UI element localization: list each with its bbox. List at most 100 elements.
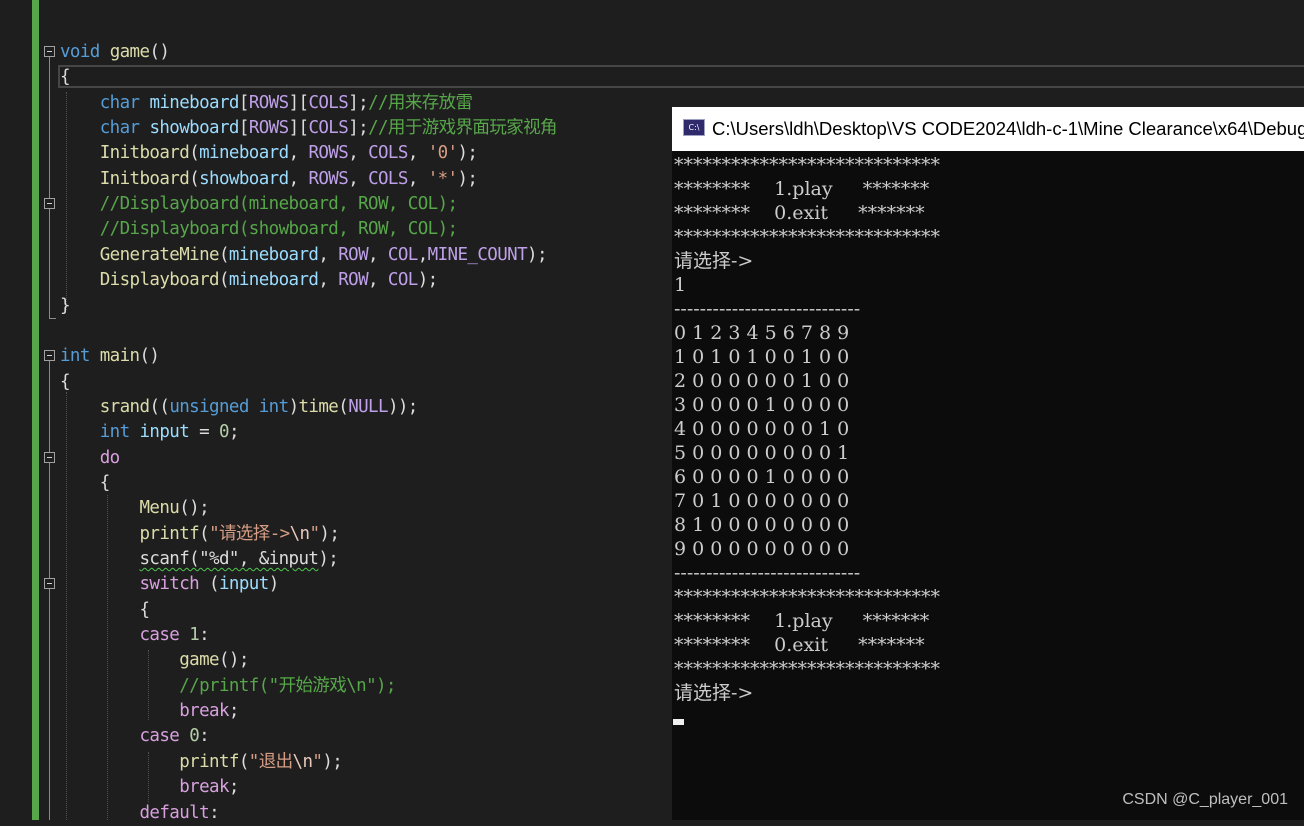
code-token: showboard (149, 118, 239, 139)
code-line[interactable]: int input = 0; (60, 420, 240, 445)
code-token: ( (218, 270, 230, 291)
code-line[interactable]: char mineboard[ROWS][COLS];//用来存放雷 (60, 91, 473, 116)
collapse-do-block-icon[interactable] (44, 452, 55, 463)
code-line[interactable]: void game() (60, 40, 170, 65)
code-token: mineboard (149, 92, 239, 113)
code-token: //printf("开始游戏\n"); (179, 675, 396, 696)
code-token: NULL (348, 396, 388, 417)
code-line[interactable]: } (60, 294, 71, 319)
code-token: //Displayboard(showboard, ROW, COL); (99, 219, 458, 240)
code-token: main (99, 346, 140, 367)
code-token: mineboard (199, 143, 289, 164)
menu-border-bottom: **************************** (674, 226, 940, 248)
code-token: ROWS (248, 92, 289, 113)
code-line[interactable]: printf("退出\n"); (60, 750, 343, 775)
code-line[interactable]: //printf("开始游戏\n"); (60, 674, 396, 699)
code-token: "退出 (248, 751, 293, 772)
code-token: ][ (288, 92, 309, 113)
code-token: } (60, 295, 71, 316)
code-token: : (199, 726, 210, 747)
code-line[interactable]: switch (input) (60, 572, 280, 597)
menu-exit-option: ******** 0.exit ******* (674, 202, 925, 224)
code-token: , (288, 143, 309, 164)
code-line[interactable]: Displayboard(mineboard, ROW, COL); (60, 268, 438, 293)
code-token: (); (179, 498, 210, 519)
code-token: , (407, 168, 428, 189)
code-line[interactable]: scanf("%d", &input); (60, 547, 339, 572)
code-line[interactable]: default: (60, 801, 220, 826)
code-line[interactable]: int main() (60, 344, 160, 369)
code-line[interactable]: break; (60, 699, 239, 724)
code-line[interactable]: srand((unsigned int)time(NULL)); (60, 395, 419, 420)
code-line[interactable]: printf("请选择->\n"); (60, 522, 340, 547)
collapse-game-function-icon[interactable] (44, 46, 55, 57)
code-token: "请选择-> (209, 523, 290, 544)
code-line[interactable]: GenerateMine(mineboard, ROW, COL,MINE_CO… (60, 243, 548, 268)
code-line[interactable]: //Displayboard(mineboard, ROW, COL); (60, 192, 458, 217)
code-token: ( (189, 143, 200, 164)
change-tracking-bar (32, 0, 39, 820)
code-token: COLS (308, 118, 349, 139)
code-line[interactable]: Initboard(mineboard, ROWS, COLS, '0'); (60, 141, 478, 166)
user-input-echo: 1 (674, 274, 687, 296)
code-token: mineboard (228, 270, 319, 291)
code-token: game (179, 650, 219, 671)
code-token: ROWS (248, 118, 289, 139)
code-token: do (99, 447, 120, 468)
code-line[interactable]: case 1: (60, 623, 210, 648)
code-line[interactable]: { (60, 65, 71, 90)
code-token: , (368, 244, 388, 265)
code-line[interactable]: break; (60, 775, 239, 800)
board-row: 1 0 1 0 1 0 0 1 0 0 (674, 346, 850, 368)
code-line[interactable]: { (60, 370, 71, 395)
watermark: CSDN @C_player_001 (1122, 791, 1288, 808)
code-token: '0' (427, 143, 458, 164)
code-token: ; (228, 422, 240, 443)
code-token: ); (319, 523, 340, 544)
code-line[interactable]: { (60, 598, 150, 623)
code-token: , (318, 244, 339, 265)
code-line[interactable]: Menu(); (60, 496, 210, 521)
collapse-main-function-icon[interactable] (44, 350, 55, 361)
code-line[interactable]: case 0: (60, 724, 210, 749)
code-token: COLS (368, 168, 408, 189)
code-token: int (258, 396, 289, 417)
code-token: , (368, 270, 388, 291)
code-token: showboard (199, 168, 289, 189)
console-title-bar[interactable]: C:\ C:\Users\ldh\Desktop\VS CODE2024\ldh… (672, 107, 1304, 151)
code-token: printf (179, 751, 239, 772)
board-row: 8 1 0 0 0 0 0 0 0 0 (674, 514, 850, 536)
board-separator-bottom: ----------------------------- (674, 562, 861, 584)
collapse-switch-block-icon[interactable] (44, 578, 55, 589)
code-line[interactable]: Initboard(showboard, ROWS, COLS, '*'); (60, 167, 478, 192)
code-token: , (348, 168, 369, 189)
collapse-comment-block-icon[interactable] (44, 198, 55, 209)
code-line[interactable]: do (60, 446, 120, 471)
code-token: ( (189, 168, 200, 189)
code-token: srand (99, 396, 150, 417)
code-token: break (179, 777, 229, 798)
code-token: () (139, 346, 160, 367)
code-token: Initboard (99, 143, 190, 164)
code-token: COL (387, 244, 418, 265)
code-line[interactable]: game(); (60, 648, 249, 673)
board-row: 4 0 0 0 0 0 0 0 1 0 (674, 418, 850, 440)
code-line[interactable]: //Displayboard(showboard, ROW, COL); (60, 217, 458, 242)
console-window[interactable]: C:\ C:\Users\ldh\Desktop\VS CODE2024\ldh… (672, 107, 1304, 820)
code-token: , (348, 143, 369, 164)
code-line[interactable]: { (60, 471, 111, 496)
code-token: Menu (139, 498, 180, 519)
code-line[interactable]: char showboard[ROWS][COLS];//用于游戏界面玩家视角 (60, 116, 558, 141)
select-prompt: 请选择-> (674, 250, 754, 272)
